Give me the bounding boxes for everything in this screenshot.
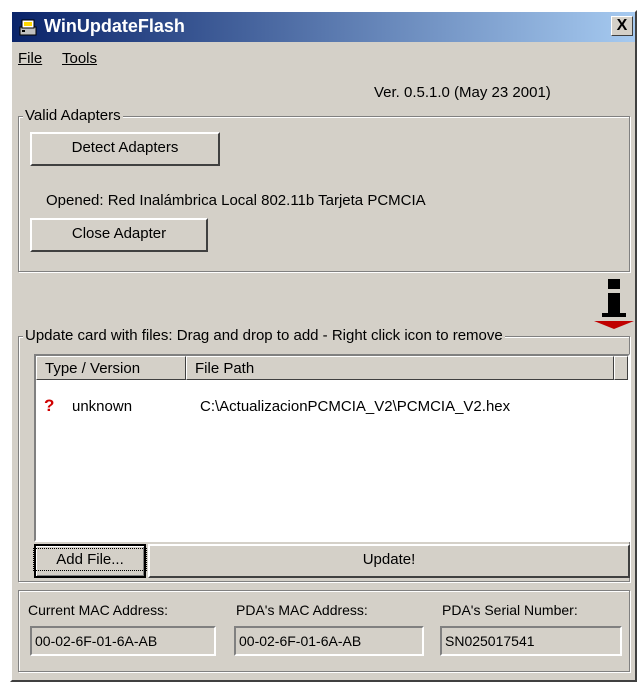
title-bar[interactable]: WinUpdateFlash X (12, 12, 635, 42)
update-card-label: Update card with files: Drag and drop to… (23, 327, 505, 344)
add-file-button[interactable]: Add File... (33, 544, 147, 578)
pda-mac-label: PDA's MAC Address: (236, 602, 368, 618)
update-file-list[interactable]: Type / Version File Path ? unknown C:\Ac… (34, 354, 630, 542)
list-item-type: unknown (72, 398, 133, 415)
version-label: Ver. 0.5.1.0 (May 23 2001) (374, 84, 551, 101)
column-type-version[interactable]: Type / Version (36, 356, 186, 380)
current-mac-field: 00-02-6F-01-6A-AB (30, 626, 216, 656)
pda-serial-label: PDA's Serial Number: (442, 602, 578, 618)
window-title: WinUpdateFlash (44, 16, 185, 36)
list-header: Type / Version File Path (36, 356, 628, 380)
column-filler (614, 356, 628, 380)
info-icon[interactable] (594, 277, 634, 329)
menu-tools[interactable]: Tools (62, 50, 97, 67)
add-file-label: Add File... (33, 548, 147, 571)
close-adapter-button[interactable]: Close Adapter (30, 218, 208, 252)
current-mac-label: Current MAC Address: (28, 602, 169, 618)
list-item-path: C:\ActualizacionPCMCIA_V2\PCMCIA_V2.hex (200, 398, 511, 415)
question-mark-icon[interactable]: ? (44, 396, 54, 416)
menu-file[interactable]: File (18, 50, 42, 67)
app-window: WinUpdateFlash X File Tools Ver. 0.5.1.0… (10, 10, 637, 682)
close-icon[interactable]: X (611, 16, 633, 36)
menu-file-label: File (18, 50, 43, 67)
menu-tools-label: Tools (62, 50, 98, 67)
detect-adapters-label: Detect Adapters (71, 139, 179, 156)
update-button[interactable]: Update! (148, 544, 630, 578)
app-icon (19, 19, 37, 36)
update-label: Update! (362, 551, 416, 568)
column-file-path[interactable]: File Path (186, 356, 614, 380)
list-item[interactable]: ? unknown C:\ActualizacionPCMCIA_V2\PCMC… (36, 396, 626, 418)
pda-mac-field: 00-02-6F-01-6A-AB (234, 626, 424, 656)
pda-serial-field: SN025017541 (440, 626, 622, 656)
menu-bar: File Tools (12, 44, 635, 70)
valid-adapters-label: Valid Adapters (23, 107, 123, 124)
close-adapter-label: Close Adapter (71, 225, 167, 242)
detect-adapters-button[interactable]: Detect Adapters (30, 132, 220, 166)
opened-adapter-text: Opened: Red Inalámbrica Local 802.11b Ta… (46, 192, 426, 209)
